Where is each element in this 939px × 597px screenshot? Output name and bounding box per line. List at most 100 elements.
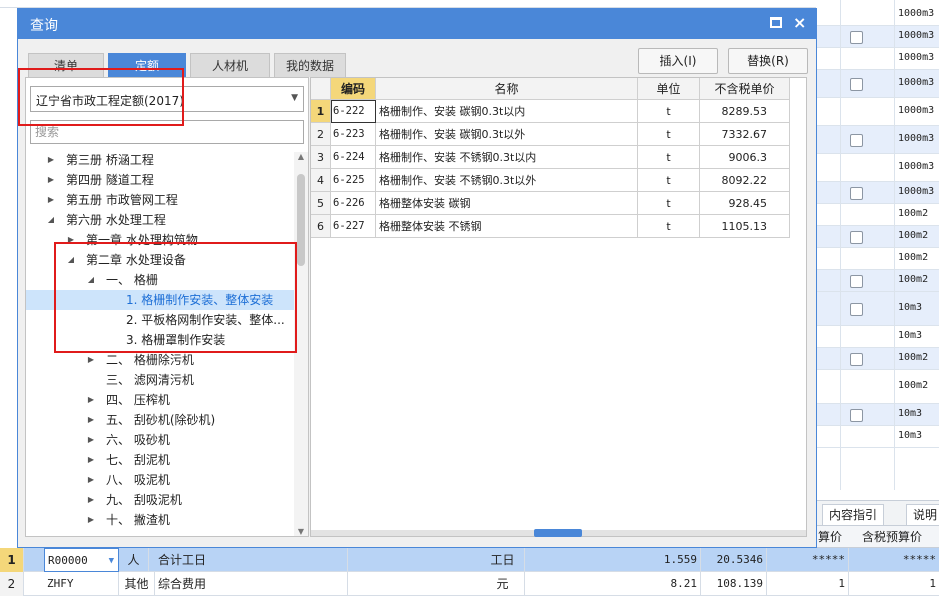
tree-node[interactable]: ◢ 第二章 水处理设备: [26, 250, 294, 270]
row-checkbox[interactable]: [850, 186, 863, 200]
table-row[interactable]: 1000m3: [816, 26, 939, 48]
tree-scrollbar[interactable]: ▲ ▼: [294, 152, 308, 536]
table-cell-name[interactable]: 格栅制作、安装 碳钢0.3t以内: [376, 100, 638, 123]
maximize-icon[interactable]: [770, 17, 782, 28]
tree-node[interactable]: ▶ 七、 刮泥机: [26, 450, 294, 470]
table-cell-price[interactable]: 928.45: [700, 192, 790, 215]
row-checkbox[interactable]: [850, 77, 863, 91]
table-row[interactable]: 1000m3: [816, 48, 939, 70]
table-cell-price[interactable]: 8289.53: [700, 100, 790, 123]
tree-node[interactable]: ▶ 二、 格栅除污机: [26, 350, 294, 370]
collapsed-arrow-icon[interactable]: ▶: [86, 510, 96, 530]
table-cell-code[interactable]: 6-224: [331, 146, 376, 169]
table-cell-unit[interactable]: t: [638, 192, 700, 215]
table-row[interactable]: 100m2: [816, 370, 939, 404]
collapsed-arrow-icon[interactable]: ▶: [86, 450, 96, 470]
splitter-grip[interactable]: [534, 529, 582, 537]
table-cell-code[interactable]: 6-223: [331, 123, 376, 146]
tree-node[interactable]: 1. 格栅制作安装、整体安装: [26, 290, 294, 310]
scrollbar-thumb[interactable]: [297, 174, 305, 266]
tab-my-data[interactable]: 我的数据: [274, 53, 346, 77]
expanded-arrow-icon[interactable]: ◢: [46, 210, 56, 230]
expanded-arrow-icon[interactable]: ◢: [86, 270, 96, 290]
tab-bill[interactable]: 清单: [28, 53, 104, 77]
tree-node[interactable]: 3. 格栅罩制作安装: [26, 330, 294, 350]
row-number[interactable]: 3: [311, 146, 331, 169]
collapsed-arrow-icon[interactable]: ▶: [46, 170, 56, 190]
column-header[interactable]: 编码: [331, 78, 376, 100]
table-row[interactable]: 100m2: [816, 270, 939, 292]
table-row[interactable]: 10m3: [816, 426, 939, 448]
row-checkbox[interactable]: [850, 352, 863, 366]
table-cell-code[interactable]: 6-222: [331, 100, 376, 123]
table-cell-price[interactable]: 8092.22: [700, 169, 790, 192]
insert-button[interactable]: 插入(I): [638, 48, 718, 74]
chevron-down-icon[interactable]: ▼: [291, 93, 298, 103]
code-cell[interactable]: ZHFY: [44, 572, 119, 596]
table-cell-unit[interactable]: t: [638, 146, 700, 169]
search-input[interactable]: [30, 120, 304, 144]
table-cell-code[interactable]: 6-226: [331, 192, 376, 215]
tree-node[interactable]: ▶ 八、 吸泥机: [26, 470, 294, 490]
table-row[interactable]: 1000m3: [816, 126, 939, 154]
collapsed-arrow-icon[interactable]: ▶: [86, 490, 96, 510]
table-cell-name[interactable]: 格栅制作、安装 不锈钢0.3t以外: [376, 169, 638, 192]
table-row[interactable]: 2 ZHFY 其他 综合费用 元 8.21 108.139 1 1: [0, 572, 939, 596]
tree-node[interactable]: ▶ 第四册 隧道工程: [26, 170, 294, 190]
tree-node[interactable]: ▶ 四、 压榨机: [26, 390, 294, 410]
row-number[interactable]: 1: [311, 100, 331, 123]
tree-node[interactable]: 2. 平板格网制作安装、整体...: [26, 310, 294, 330]
collapsed-arrow-icon[interactable]: ▶: [86, 470, 96, 490]
tree-node[interactable]: ▶ 第一章 水处理构筑物: [26, 230, 294, 250]
tree-node[interactable]: ◢ 第六册 水处理工程: [26, 210, 294, 230]
table-row[interactable]: 1000m3: [816, 98, 939, 126]
table-row[interactable]: 10m3: [816, 404, 939, 426]
table-row[interactable]: 1000m3: [816, 182, 939, 204]
row-checkbox[interactable]: [850, 133, 863, 147]
table-row[interactable]: 1000m3: [816, 154, 939, 182]
code-cell[interactable]: R00000 ▼: [44, 548, 119, 572]
table-cell-name[interactable]: 格栅整体安装 不锈钢: [376, 215, 638, 238]
tree-node[interactable]: ◢ 一、 格栅: [26, 270, 294, 290]
tab-description[interactable]: 说明: [906, 504, 939, 526]
table-cell-unit[interactable]: t: [638, 123, 700, 146]
row-number[interactable]: 5: [311, 192, 331, 215]
table-cell-price[interactable]: 7332.67: [700, 123, 790, 146]
quota-library-select[interactable]: 辽宁省市政工程定额(2017) ▼: [30, 86, 304, 112]
tree-node[interactable]: ▶ 九、 刮吸泥机: [26, 490, 294, 510]
replace-button[interactable]: 替换(R): [728, 48, 808, 74]
table-row[interactable]: 100m2: [816, 248, 939, 270]
table-cell-unit[interactable]: t: [638, 169, 700, 192]
expanded-arrow-icon[interactable]: ◢: [66, 250, 76, 270]
table-cell-code[interactable]: 6-227: [331, 215, 376, 238]
table-row[interactable]: 10m3: [816, 292, 939, 326]
tree-node[interactable]: 三、 滤网清污机: [26, 370, 294, 390]
table-row[interactable]: 10m3: [816, 326, 939, 348]
collapsed-arrow-icon[interactable]: ▶: [86, 430, 96, 450]
tree-node[interactable]: ▶ 五、 刮砂机(除砂机): [26, 410, 294, 430]
collapsed-arrow-icon[interactable]: ▶: [86, 350, 96, 370]
collapsed-arrow-icon[interactable]: ▶: [46, 190, 56, 210]
table-row[interactable]: 100m2: [816, 348, 939, 370]
tab-content-guide[interactable]: 内容指引: [822, 504, 885, 526]
table-cell-name[interactable]: 格栅制作、安装 不锈钢0.3t以内: [376, 146, 638, 169]
scroll-down-icon[interactable]: ▼: [294, 527, 308, 536]
table-cell-unit[interactable]: t: [638, 100, 700, 123]
table-row[interactable]: 1000m3: [816, 70, 939, 98]
tree-node[interactable]: ▶ 十、 撇渣机: [26, 510, 294, 530]
table-cell-name[interactable]: 格栅整体安装 碳钢: [376, 192, 638, 215]
row-number[interactable]: 2: [311, 123, 331, 146]
column-header[interactable]: 名称: [376, 78, 638, 100]
column-header[interactable]: 不含税单价: [700, 78, 790, 100]
tree-node[interactable]: ▶ 第五册 市政管网工程: [26, 190, 294, 210]
table-row[interactable]: 1000m3: [816, 4, 939, 26]
dialog-titlebar[interactable]: 查询 ×: [18, 9, 816, 39]
table-cell-price[interactable]: 9006.3: [700, 146, 790, 169]
row-checkbox[interactable]: [850, 274, 863, 288]
table-row[interactable]: 1 R00000 ▼ 人 合计工日 工日 1.559 20.5346 *****…: [0, 548, 939, 572]
table-cell-name[interactable]: 格栅制作、安装 碳钢0.3t以外: [376, 123, 638, 146]
close-icon[interactable]: ×: [793, 13, 806, 33]
table-cell-code[interactable]: 6-225: [331, 169, 376, 192]
row-number[interactable]: 6: [311, 215, 331, 238]
row-checkbox[interactable]: [850, 230, 863, 244]
